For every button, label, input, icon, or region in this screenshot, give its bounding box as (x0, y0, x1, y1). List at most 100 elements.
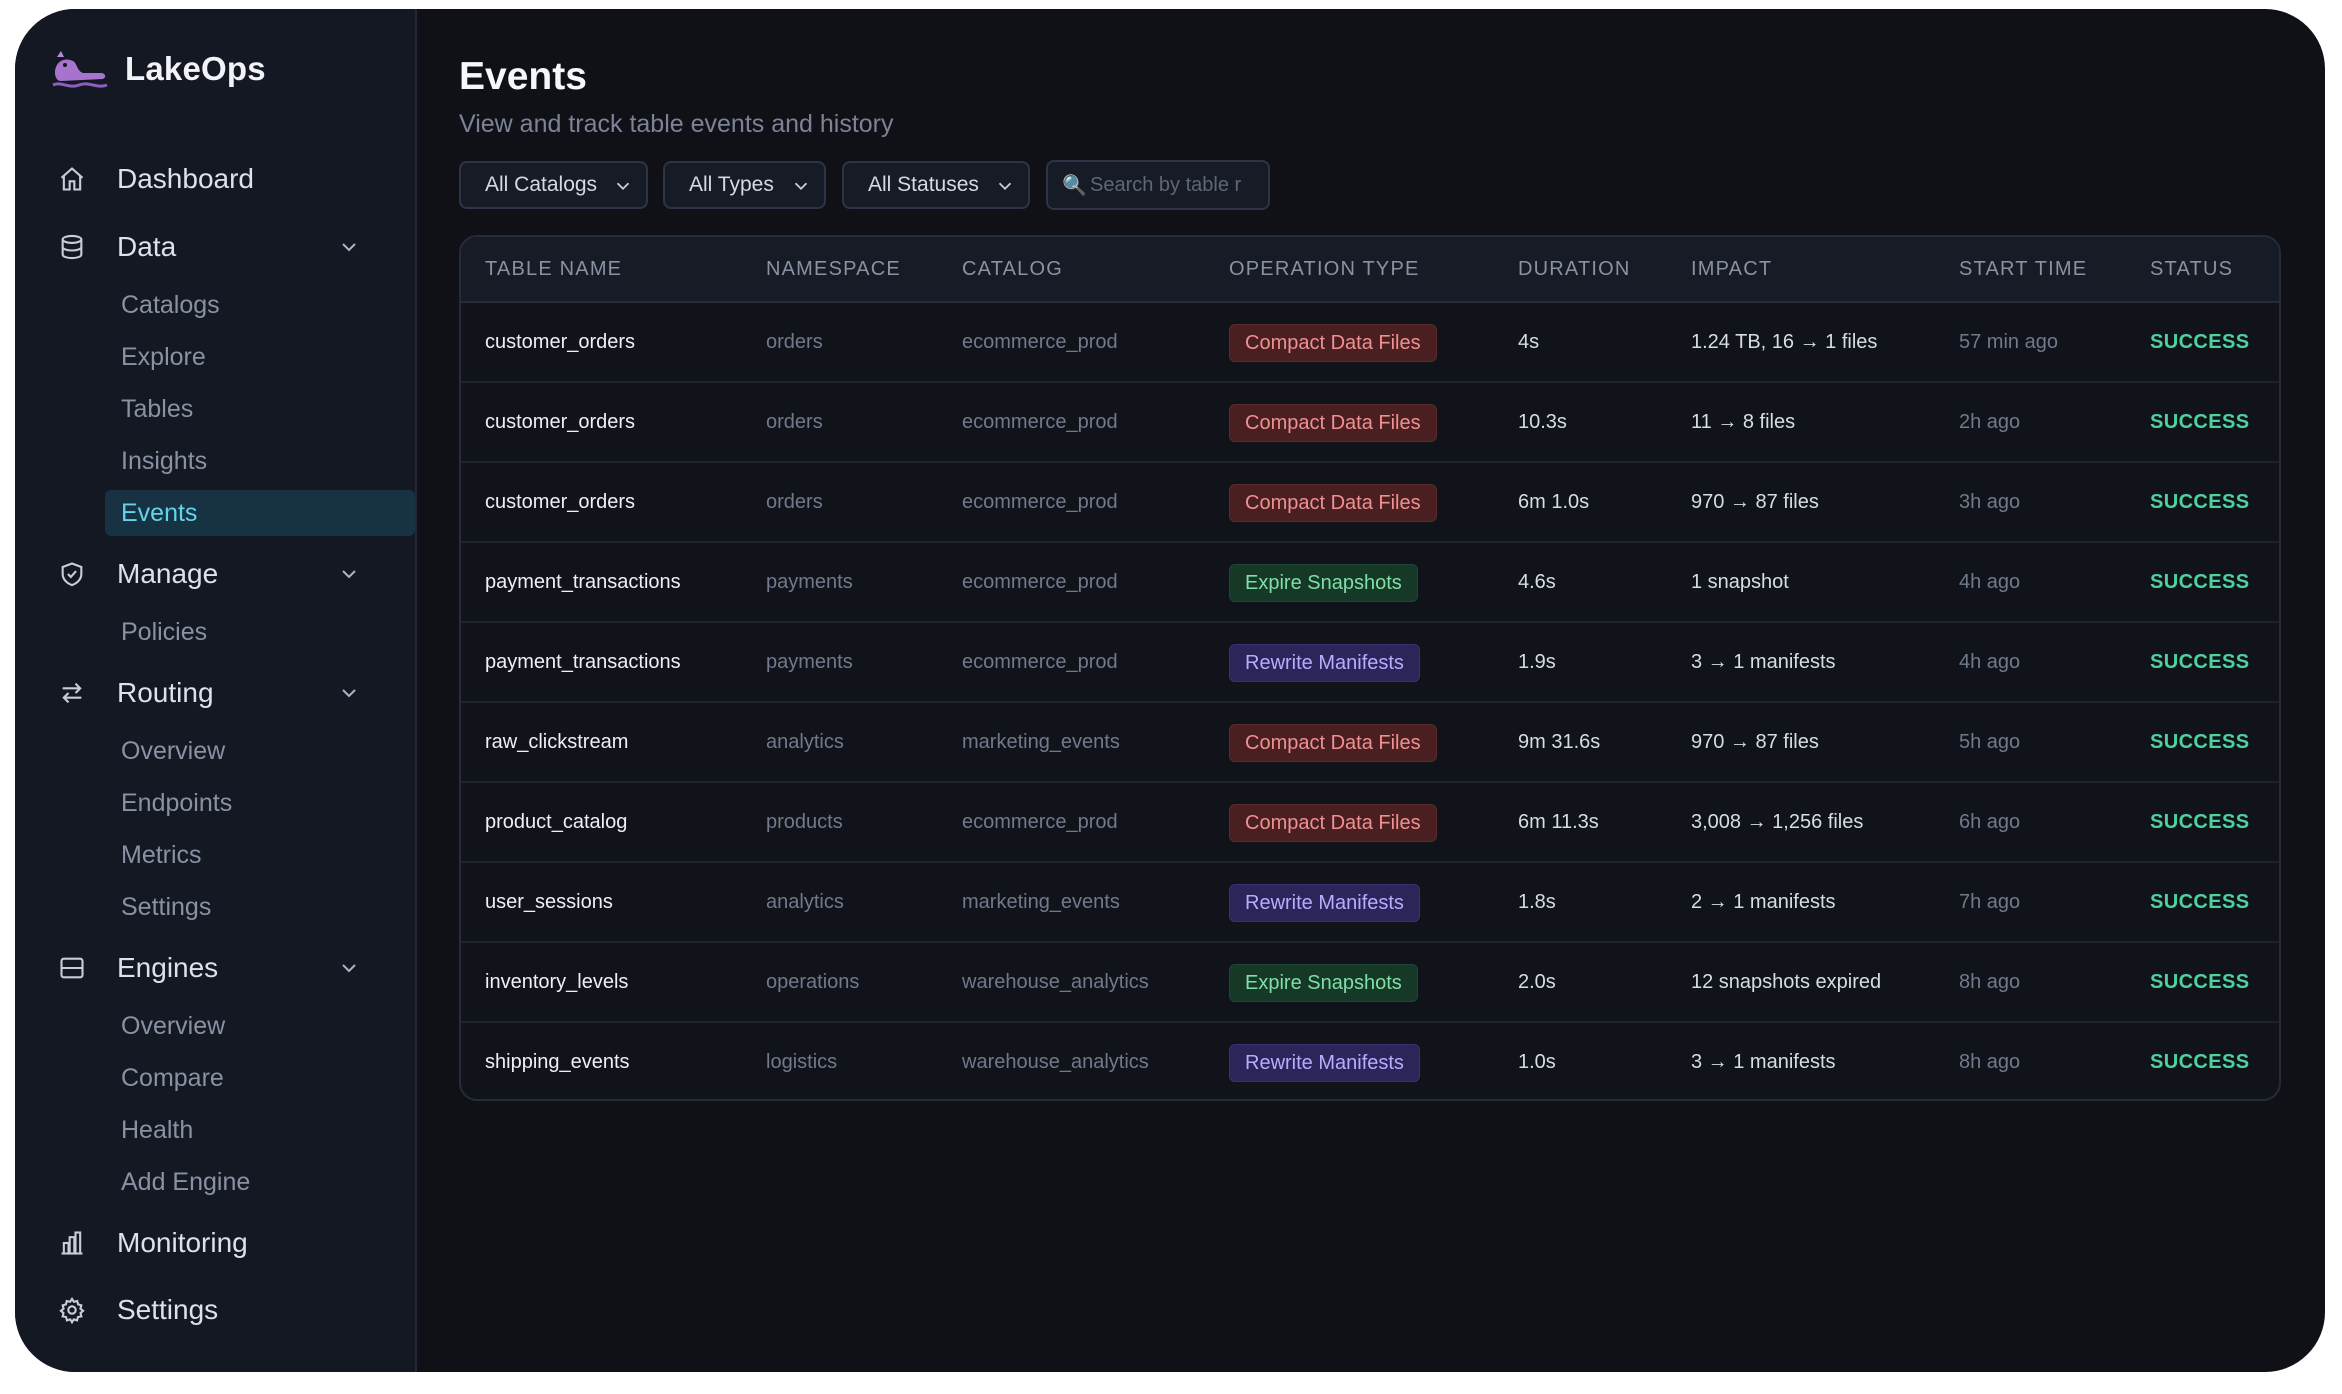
status-filter-dropdown[interactable]: All Statuses (842, 161, 1030, 209)
cell-namespace: orders (766, 491, 823, 513)
bar-chart-icon (57, 1228, 87, 1258)
cell-catalog: ecommerce_prod (962, 491, 1118, 513)
cell-namespace: analytics (766, 891, 844, 913)
column-header-status[interactable]: STATUS (2150, 237, 2233, 301)
search-input[interactable] (1084, 173, 1268, 197)
sidebar-item-routing-settings[interactable]: Settings (105, 884, 415, 930)
cell-table-name: raw_clickstream (485, 731, 629, 753)
table-row[interactable]: payment_transactions payments ecommerce_pr… (461, 623, 2279, 703)
cell-namespace: logistics (766, 1051, 838, 1073)
cell-namespace: analytics (766, 731, 844, 753)
sidebar-item-health[interactable]: Health (105, 1107, 415, 1153)
page-subtitle: View and track table events and history (459, 110, 894, 138)
sidebar-item-policies[interactable]: Policies (105, 609, 415, 655)
cell-table-name: payment_transactions (485, 571, 681, 593)
cell-duration: 10.3s (1518, 411, 1567, 433)
sidebar-item-explore[interactable]: Explore (105, 334, 415, 380)
cell-catalog: marketing_events (962, 891, 1120, 913)
brand[interactable]: LakeOps (51, 47, 266, 91)
status-label: SUCCESS (2150, 971, 2250, 993)
sidebar-item-engines[interactable]: Engines (57, 944, 397, 992)
column-header-table-name[interactable]: TABLE NAME (485, 237, 622, 301)
events-table: TABLE NAME NAMESPACE CATALOG OPERATION T… (459, 235, 2281, 1101)
sidebar-item-insights[interactable]: Insights (105, 438, 415, 484)
sidebar-item-routing[interactable]: Routing (57, 669, 397, 717)
cell-table-name: customer_orders (485, 331, 636, 353)
cell-duration: 2.0s (1518, 971, 1556, 993)
cell-table-name: customer_orders (485, 491, 636, 513)
sidebar-item-monitoring[interactable]: Monitoring (57, 1219, 397, 1267)
cell-catalog: warehouse_analytics (962, 1051, 1149, 1073)
type-filter-value: All Types (689, 173, 774, 196)
operation-badge: Compact Data Files (1229, 484, 1437, 522)
sidebar-item-engines-overview[interactable]: Overview (105, 1003, 415, 1049)
cell-start-time: 2h ago (1959, 411, 2021, 433)
operation-badge: Compact Data Files (1229, 804, 1437, 842)
table-row[interactable]: payment_transactions payments ecommerce_pr… (461, 543, 2279, 623)
operation-badge: Rewrite Manifests (1229, 644, 1420, 682)
cell-start-time: 7h ago (1959, 891, 2021, 913)
chevron-down-icon[interactable] (337, 681, 361, 705)
sidebar-item-catalogs[interactable]: Catalogs (105, 282, 415, 328)
table-row[interactable]: raw_clickstream analytics marketing_events… (461, 703, 2279, 783)
column-header-namespace[interactable]: NAMESPACE (766, 237, 901, 301)
table-row[interactable]: inventory_levels operations warehouse_anal… (461, 943, 2279, 1023)
sidebar-item-label: Manage (117, 558, 219, 589)
table-row[interactable]: customer_orders orders ecommerce_prod Compa… (461, 463, 2279, 543)
sidebar-item-events[interactable]: Events (105, 490, 415, 536)
sidebar-item-label: Dashboard (117, 163, 254, 194)
cell-duration: 6m 1.0s (1518, 491, 1590, 513)
column-header-duration[interactable]: DURATION (1518, 237, 1631, 301)
sidebar-item-add-engine[interactable]: Add Engine (105, 1159, 415, 1205)
cell-impact: 970 → 87 files (1691, 731, 1819, 753)
sidebar-item-dashboard[interactable]: Dashboard (57, 155, 397, 203)
operation-badge: Rewrite Manifests (1229, 1044, 1420, 1082)
arrows-swap-icon (57, 678, 87, 708)
status-filter-value: All Statuses (868, 173, 979, 196)
chevron-down-icon[interactable] (337, 235, 361, 259)
status-label: SUCCESS (2150, 411, 2250, 433)
cell-duration: 9m 31.6s (1518, 731, 1601, 753)
sidebar-item-manage[interactable]: Manage (57, 550, 397, 598)
catalog-filter-value: All Catalogs (485, 173, 598, 196)
table-row[interactable]: customer_orders orders ecommerce_prod Compa… (461, 303, 2279, 383)
catalog-filter-dropdown[interactable]: All Catalogs (459, 161, 648, 209)
cell-impact: 1 snapshot (1691, 571, 1789, 593)
status-label: SUCCESS (2150, 1051, 2250, 1073)
column-header-operation-type[interactable]: OPERATION TYPE (1229, 237, 1420, 301)
sidebar-item-endpoints[interactable]: Endpoints (105, 780, 415, 826)
lakeops-logo-icon (52, 51, 108, 88)
cell-namespace: products (766, 811, 843, 833)
cell-impact: 3 → 1 manifests (1691, 1051, 1836, 1073)
table-row[interactable]: product_catalog products ecommerce_prod Com… (461, 783, 2279, 863)
sidebar-item-settings[interactable]: Settings (57, 1286, 397, 1334)
search-icon: 🔍 (1062, 174, 1087, 197)
cell-start-time: 5h ago (1959, 731, 2021, 753)
sidebar-item-compare[interactable]: Compare (105, 1055, 415, 1101)
column-header-catalog[interactable]: CATALOG (962, 237, 1063, 301)
column-header-start-time[interactable]: START TIME (1959, 237, 2087, 301)
sidebar: LakeOps Dashboard Data Catalogs Explore … (15, 9, 417, 1372)
chevron-down-icon[interactable] (337, 956, 361, 980)
cell-start-time: 8h ago (1959, 1051, 2021, 1073)
sidebar-item-routing-overview[interactable]: Overview (105, 728, 415, 774)
cell-start-time: 3h ago (1959, 491, 2021, 513)
chevron-down-icon[interactable] (337, 562, 361, 586)
status-label: SUCCESS (2150, 731, 2250, 753)
column-header-impact[interactable]: IMPACT (1691, 237, 1772, 301)
cell-table-name: shipping_events (485, 1051, 630, 1073)
status-label: SUCCESS (2150, 331, 2250, 353)
sidebar-item-metrics[interactable]: Metrics (105, 832, 415, 878)
sidebar-item-tables[interactable]: Tables (105, 386, 415, 432)
cell-impact: 1.24 TB, 16 → 1 files (1691, 331, 1878, 353)
cell-table-name: payment_transactions (485, 651, 681, 673)
gear-icon (57, 1295, 87, 1325)
table-row[interactable]: shipping_events logistics warehouse_analyt… (461, 1023, 2279, 1099)
sidebar-item-data[interactable]: Data (57, 223, 397, 271)
search-box[interactable]: 🔍 (1046, 160, 1270, 210)
sidebar-item-label: Data (117, 231, 177, 262)
table-row[interactable]: user_sessions analytics marketing_events Re… (461, 863, 2279, 943)
cell-catalog: ecommerce_prod (962, 411, 1118, 433)
table-row[interactable]: customer_orders orders ecommerce_prod Compa… (461, 383, 2279, 463)
type-filter-dropdown[interactable]: All Types (663, 161, 826, 209)
